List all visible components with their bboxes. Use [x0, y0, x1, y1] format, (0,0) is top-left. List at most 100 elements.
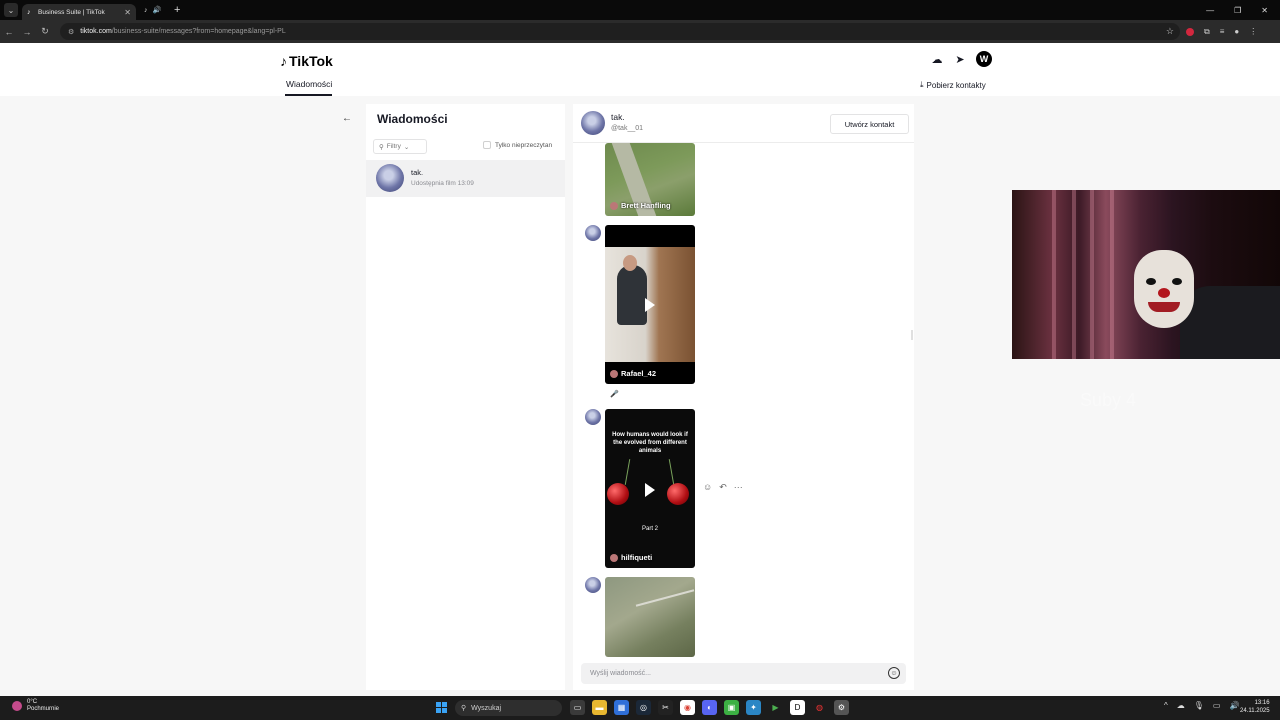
video-author: hilfiqueti [610, 553, 652, 562]
video-thumbnail-person [617, 265, 647, 325]
start-button[interactable] [436, 702, 447, 713]
address-bar[interactable]: ⚙ tiktok.com /business-suite/messages?fr… [60, 23, 1180, 40]
shared-video-4[interactable] [605, 577, 695, 657]
site-info-icon[interactable]: ⚙ [68, 28, 74, 36]
tiktok-logo[interactable]: ♪ TikTok [280, 53, 333, 69]
file-explorer-icon[interactable]: ▬ [592, 700, 607, 715]
weather-icon [12, 701, 22, 711]
chrome-icon[interactable]: ◉ [680, 700, 695, 715]
media-icon[interactable]: ≡ [1220, 27, 1225, 36]
store-icon[interactable]: ▦ [614, 700, 629, 715]
window-controls: — ❐ ✕ [1206, 6, 1268, 15]
tray-chevron-icon[interactable]: ^ [1164, 701, 1168, 710]
avatar [376, 164, 404, 192]
settings-gear-icon[interactable]: ⚙ [834, 700, 849, 715]
tab-search-icon[interactable]: ⌄ [4, 3, 18, 17]
menu-icon[interactable]: ⋮ [1249, 27, 1257, 36]
reload-icon[interactable]: ↻ [36, 26, 54, 37]
forward-icon[interactable]: → [18, 27, 36, 37]
conversation-item[interactable]: tak. Udostępnia film 13:09 [366, 160, 565, 197]
profile-icon[interactable]: ● [1234, 27, 1239, 36]
taskbar-search[interactable]: ⚲ Wyszukaj [455, 700, 562, 716]
tiktok-header: ♪ TikTok Wiadomości ☁ ➤ W ⤓ Pobierz kont… [0, 43, 1280, 96]
task-view-icon[interactable]: ▭ [570, 700, 585, 715]
obs-icon[interactable]: ◍ [812, 700, 827, 715]
back-icon[interactable]: ← [0, 27, 18, 37]
new-tab-icon[interactable]: + [174, 4, 180, 16]
chat-panel: tak. @tak__01 Utwórz kontakt Brett Hanfl… [573, 104, 914, 690]
tab-messages[interactable]: Wiadomości [286, 79, 332, 89]
microphone-icon[interactable]: 🎙 [1194, 701, 1204, 710]
close-window-icon[interactable]: ✕ [1261, 6, 1268, 15]
play-app-icon[interactable]: ▶ [768, 700, 783, 715]
taskbar-search-label: Wyszukaj [471, 704, 502, 712]
bookmark-star-icon[interactable]: ☆ [1166, 26, 1174, 37]
capcut-icon[interactable]: ✂ [658, 700, 673, 715]
spreadsheet-icon[interactable]: ▣ [724, 700, 739, 715]
weather-widget[interactable]: 0°C Pochmurnie [12, 699, 59, 713]
system-tray: ^ ☁ 🎙 ▭ 🔊 [1164, 701, 1239, 710]
filters-label: Filtry [386, 143, 401, 150]
tab-title: Business Suite | TikTok [38, 8, 105, 16]
author-avatar-icon [610, 553, 618, 562]
person-hood [1180, 286, 1280, 359]
shared-video-2[interactable]: Rafael_42 [605, 225, 695, 384]
davinci-icon[interactable]: D [790, 700, 805, 715]
avatar[interactable] [581, 111, 605, 135]
extension-icon[interactable] [1186, 27, 1194, 36]
cherry-image [607, 483, 629, 505]
video-part: Part 2 [641, 526, 658, 532]
curtain-stripe [1072, 190, 1076, 359]
tab-tiktok-2[interactable]: ♪ 🔊 [140, 3, 168, 17]
close-tab-icon[interactable]: ✕ [124, 8, 131, 17]
volume-icon[interactable]: 🔊 [1229, 701, 1239, 710]
minimize-icon[interactable]: — [1206, 6, 1214, 15]
taskbar-apps: ▭ ▬ ▦ ◎ ✂ ◉ ◐ ▣ ✦ ▶ D ◍ ⚙ [570, 700, 849, 715]
tiktok-favicon-icon: ♪ [144, 6, 148, 14]
curtain-stripe [1090, 190, 1094, 359]
more-icon[interactable]: ··· [734, 482, 743, 493]
unread-checkbox[interactable] [483, 141, 491, 149]
back-arrow-icon[interactable]: ← [342, 113, 352, 124]
play-icon [645, 298, 655, 312]
discord-icon[interactable]: ◐ [702, 700, 717, 715]
filters-dropdown[interactable]: ⚲ Filtry ⌄ [373, 139, 427, 154]
account-avatar[interactable]: W [976, 51, 992, 67]
emoji-icon[interactable]: ☺ [888, 667, 900, 679]
upload-cloud-icon[interactable]: ☁ [930, 52, 944, 66]
weather-text: 0°C Pochmurnie [27, 699, 60, 712]
chat-name: tak. [611, 112, 625, 122]
scrollbar[interactable] [911, 330, 913, 340]
shared-video-1[interactable]: Brett Hanfling [605, 143, 695, 216]
video-author: Brett Hanfling [610, 201, 671, 210]
cherry-stem [624, 459, 631, 485]
message-placeholder: Wyślij wiadomość... [590, 670, 652, 677]
display-icon[interactable]: ▭ [1213, 701, 1221, 710]
clock[interactable]: 13:16 24.11.2025 [1240, 699, 1270, 715]
restore-icon[interactable]: ❐ [1234, 6, 1241, 15]
messages-title: Wiadomości [377, 112, 448, 126]
video-thumbnail [635, 589, 695, 607]
send-icon[interactable]: ➤ [953, 52, 967, 66]
extensions-puzzle-icon[interactable]: ⧉ [1204, 27, 1210, 37]
video-caption: How humans would look if the evolved fro… [612, 432, 688, 454]
browser-titlebar: ⌄ ♪ Business Suite | TikTok ✕ ♪ 🔊 + — ❐ … [0, 0, 1280, 20]
onedrive-icon[interactable]: ☁ [1177, 701, 1185, 710]
emoji-reaction-icon[interactable]: ☺ [703, 482, 712, 493]
tiktok-note-icon: ♪ [280, 53, 287, 69]
reply-icon[interactable]: ↶ [719, 482, 727, 493]
conversation-preview: Udostępnia film 13:09 [411, 180, 474, 187]
app-icon[interactable]: ✦ [746, 700, 761, 715]
author-avatar-icon [610, 201, 618, 210]
sender-avatar [585, 225, 601, 241]
tiktok-favicon-icon: ♪ [27, 8, 31, 16]
create-contact-button[interactable]: Utwórz kontakt [830, 114, 909, 134]
download-contacts-button[interactable]: ⤓ Pobierz kontakty [920, 80, 986, 90]
tab-business-suite[interactable]: ♪ Business Suite | TikTok ✕ [22, 4, 136, 20]
unread-only-toggle[interactable]: Tylko nieprzeczytan [483, 141, 552, 149]
mask-eye [1146, 278, 1156, 285]
reaction-icon[interactable]: 🎤 [610, 390, 619, 398]
message-input[interactable]: Wyślij wiadomość... ☺ [581, 663, 906, 684]
shared-video-3[interactable]: How humans would look if the evolved fro… [605, 409, 695, 568]
steam-icon[interactable]: ◎ [636, 700, 651, 715]
